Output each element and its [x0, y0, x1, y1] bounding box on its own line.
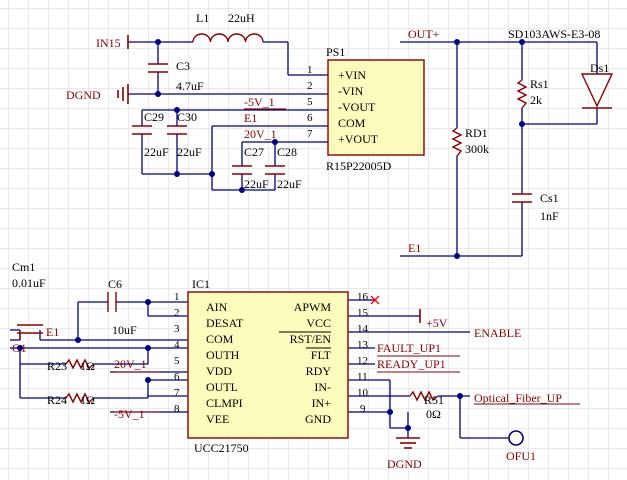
ps1-designator: PS1: [326, 45, 345, 59]
ic1-pin-number: 5: [174, 355, 180, 367]
neg5v-ic-label: -5V_1: [114, 407, 145, 421]
ds1-ref: Ds1: [590, 61, 609, 75]
rs1-ref: Rs1: [530, 77, 549, 91]
ic1-pin-number: 11: [357, 371, 368, 383]
r51-value: 0Ω: [426, 407, 441, 421]
ps1-pin-name: +VIN: [338, 68, 366, 82]
ic1-pin-name: APWM: [294, 300, 332, 314]
ps1-pin-number: 5: [307, 96, 313, 108]
cm1-value: 0.01uF: [12, 276, 46, 290]
ic1-part: UCC21750: [194, 441, 249, 455]
c28-value: 22uF: [277, 177, 302, 191]
ps1-pin-numbers: 1 2 5 6 7: [307, 64, 313, 140]
ic1-pin-name: AIN: [206, 300, 228, 314]
r24-value: 1Ω: [80, 393, 95, 407]
ic1-pin-number: 16: [357, 291, 369, 303]
fiber-label: Optical_Fiber_UP: [474, 391, 562, 405]
r24-ref: R24: [47, 393, 67, 407]
c30-ref: C30: [177, 110, 197, 124]
ic1-chip[interactable]: IC1 UCC21750 AIN DESAT COM OUTH VDD OUTL…: [174, 277, 369, 455]
e1-left-label: E1: [46, 325, 59, 339]
ic1-pin-name: COM: [206, 332, 234, 346]
ps1-pin-name: COM: [338, 116, 366, 130]
ds1-part: SD103AWS-E3-08: [508, 27, 600, 41]
enable-label: ENABLE: [474, 326, 521, 340]
c6-value: 10uF: [112, 323, 137, 337]
c28-ref: C28: [277, 145, 297, 159]
c30-value: 22uF: [177, 145, 202, 159]
ic1-pin-name: IN+: [312, 396, 332, 410]
v20-ic-label: 20V_1: [114, 357, 147, 371]
ic1-pin-number: 3: [174, 323, 180, 335]
ic1-pin-number: 14: [357, 323, 369, 335]
ic1-pin-name: VDD: [206, 364, 232, 378]
r51-ref: R51: [424, 393, 444, 407]
ps1-part: R15P22005D: [326, 159, 392, 173]
ic1-pin-name: IN-: [314, 380, 331, 394]
ic1-pin-number: 7: [174, 387, 180, 399]
fault-label: FAULT_UP1: [377, 341, 441, 355]
ofu1-label: OFU1: [506, 449, 536, 463]
ps1-pin-number: 7: [307, 128, 313, 140]
c3-ref: C3: [176, 59, 190, 73]
ic1-pin-name: VEE: [206, 412, 229, 426]
rd1-value: 300k: [465, 142, 489, 156]
c27-ref: C27: [244, 145, 264, 159]
v20-top-label: 20V_1: [244, 127, 277, 141]
dgnd-bottom-label: DGND: [387, 457, 422, 471]
c29-ref: C29: [144, 110, 164, 124]
l1-value: 22uH: [228, 11, 255, 25]
rs1-value: 2k: [530, 93, 542, 107]
ic1-pin-name: OUTH: [206, 348, 240, 362]
ic1-designator: IC1: [192, 277, 210, 291]
ic1-pin-name: DESAT: [206, 316, 244, 330]
schematic-canvas: PS1 R15P22005D +VIN -VIN -VOUT COM +VOUT…: [0, 0, 627, 480]
cs1-value: 1nF: [540, 209, 559, 223]
ic1-pin-name: CLMPI: [206, 396, 243, 410]
g1-label: G1: [12, 341, 27, 355]
ic1-pin-number: 10: [357, 387, 369, 399]
e1-right-label: E1: [408, 241, 421, 255]
ic1-pin-number: 15: [357, 307, 369, 319]
ps1-pin-name: -VOUT: [338, 100, 376, 114]
rd1-ref: RD1: [465, 126, 488, 140]
ic1-pin-name: RST/EN: [290, 332, 332, 346]
cm1-ref: Cm1: [12, 260, 35, 274]
ic1-pin-name: GND: [305, 412, 331, 426]
ic1-pin-number: 6: [174, 371, 180, 383]
ic1-pin-number: 2: [174, 307, 180, 319]
c6-ref: C6: [108, 277, 122, 291]
r23-ref: R23: [47, 359, 67, 373]
ic1-pin-number: 9: [360, 403, 366, 415]
ic1-pin-name: VCC: [306, 316, 331, 330]
ofu1-port-icon: [508, 430, 524, 446]
ps1-pin-number: 6: [307, 112, 313, 124]
ps1-pin-number: 1: [307, 64, 313, 76]
ic1-pin-name: FLT: [311, 348, 332, 362]
c29-value: 22uF: [144, 145, 169, 159]
out-plus-label: OUT+: [408, 27, 440, 41]
ic1-pin-number: 12: [357, 355, 368, 367]
ic1-pin-number: 13: [357, 339, 369, 351]
plus5v-label: +5V: [426, 316, 448, 330]
ready-label: READY_UP1: [377, 357, 446, 371]
ic1-pin-number: 4: [174, 339, 180, 351]
neg5v-top-label: -5V_1: [244, 95, 275, 109]
ic1-pin-number: 8: [174, 403, 180, 415]
ps1-pin-name: +VOUT: [338, 132, 379, 146]
cs1-ref: Cs1: [540, 191, 559, 205]
ps1-pin-name: -VIN: [338, 84, 364, 98]
r23-value: 1Ω: [80, 359, 95, 373]
ps1-pin-number: 2: [307, 80, 313, 92]
e1-top-label: E1: [244, 111, 257, 125]
ic1-pin-name: OUTL: [206, 380, 238, 394]
l1-ref: L1: [196, 11, 209, 25]
c27-value: 22uF: [244, 177, 269, 191]
in15-label: IN15: [96, 36, 121, 50]
ic1-pin-number: 1: [174, 291, 180, 303]
c3-value: 4.7uF: [176, 79, 204, 93]
ic1-pin-name: RDY: [306, 364, 332, 378]
dgnd-top-label: DGND: [66, 88, 101, 102]
